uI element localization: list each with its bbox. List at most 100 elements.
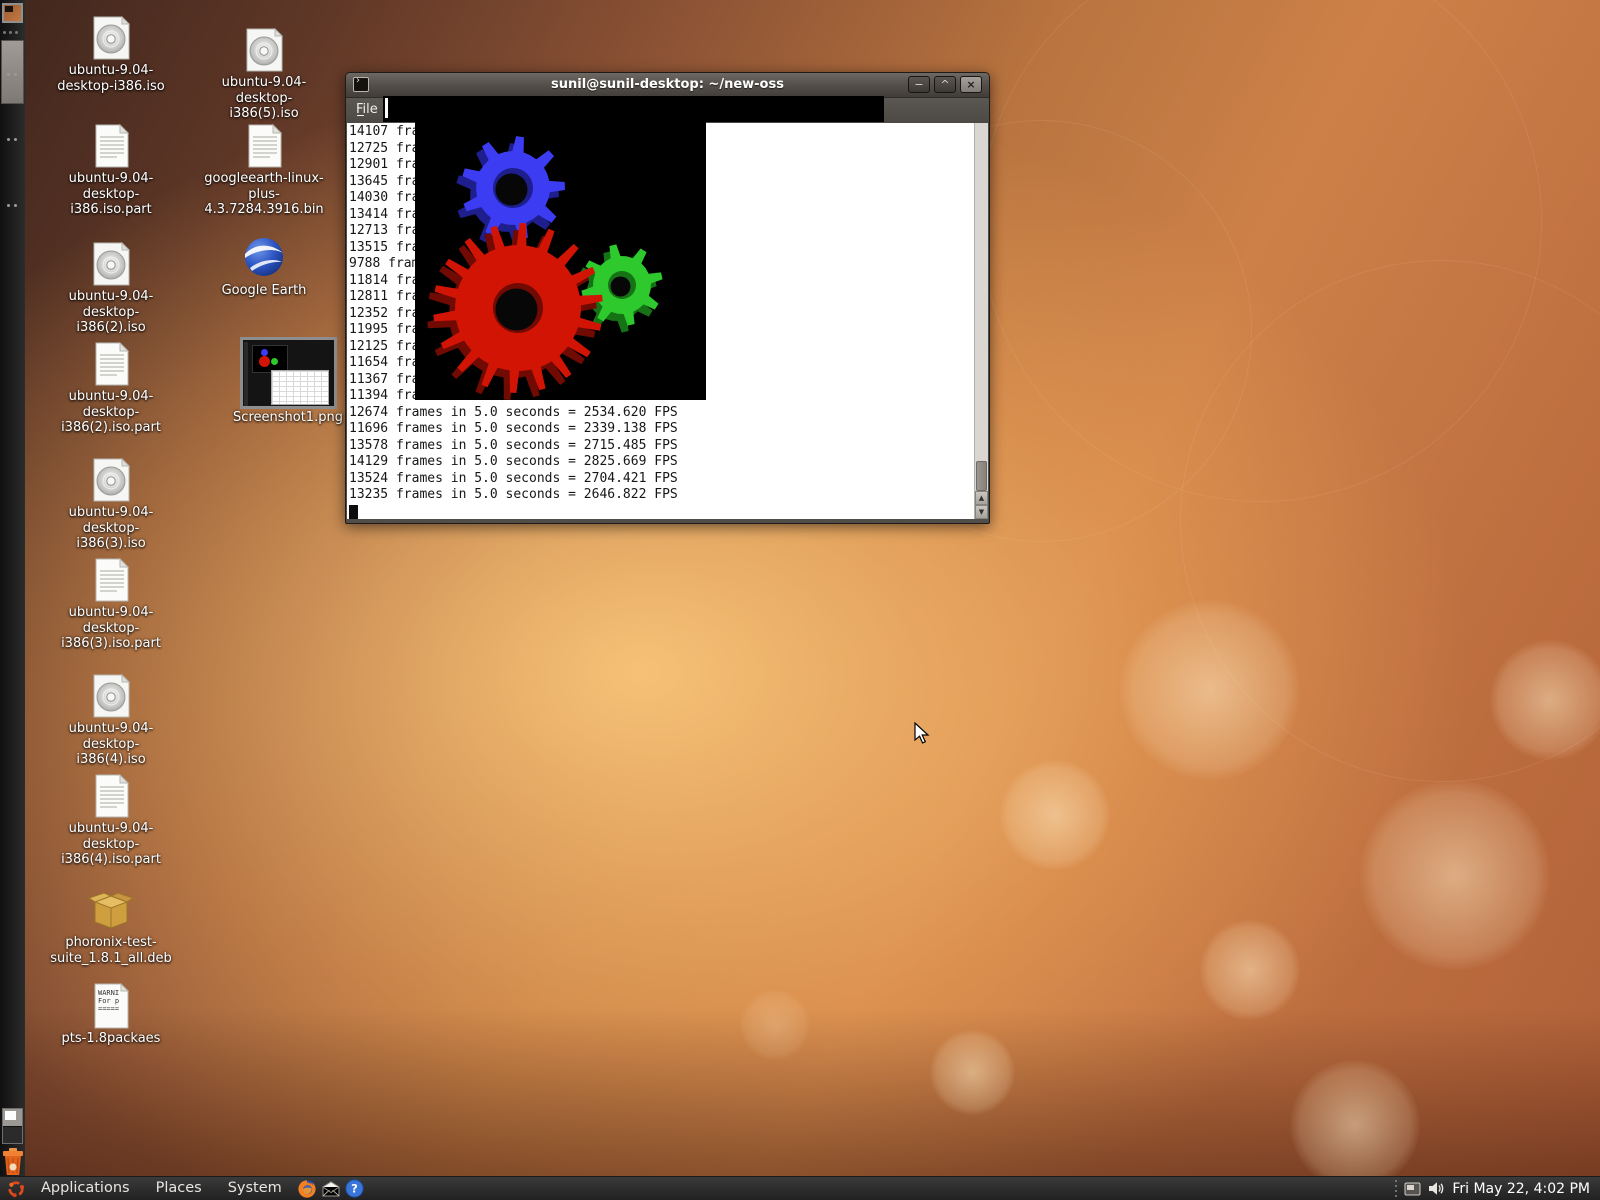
firefox-icon[interactable] <box>297 1179 317 1199</box>
mouse-cursor <box>913 722 933 746</box>
window-selector-icon[interactable] <box>1404 1182 1421 1196</box>
wallpaper-bokeh <box>930 1030 1015 1115</box>
document-icon <box>87 340 135 388</box>
mail-icon[interactable] <box>321 1181 341 1197</box>
glxgears-window <box>415 122 706 400</box>
help-icon[interactable]: ? <box>345 1179 364 1198</box>
desktop-icon[interactable]: ubuntu-9.04-desktop-i386.iso.part <box>49 122 173 218</box>
panel-handle[interactable] <box>7 204 17 207</box>
terminal-output-line: 14129 frames in 5.0 seconds = 2825.669 F… <box>349 454 976 471</box>
desktop-icon[interactable]: WARNI For p ===== pts-1.8packaes <box>49 982 173 1047</box>
window-thumbnail-icon[interactable] <box>2 3 23 23</box>
file-preview-line: WARNI <box>98 989 119 997</box>
file-preview-line: ===== <box>98 1005 119 1013</box>
desktop-icon[interactable]: ubuntu-9.04-desktop-i386(4).iso.part <box>49 772 173 868</box>
desktop-icon-label: ubuntu-9.04-desktop-i386.iso.part <box>49 171 173 218</box>
svg-text:?: ? <box>351 1182 358 1196</box>
menu-system[interactable]: System <box>217 1177 293 1200</box>
desktop-icon-label: ubuntu-9.04-desktop-i386.iso <box>49 63 173 94</box>
desktop-icon-label: ubuntu-9.04-desktop-i386(4).iso.part <box>49 821 173 868</box>
wallpaper-bokeh <box>1120 600 1300 780</box>
scroll-down-button[interactable]: ▼ <box>975 505 988 519</box>
clock[interactable]: Fri May 22, 4:02 PM <box>1452 1181 1590 1197</box>
trash-icon[interactable] <box>2 1147 24 1177</box>
terminal-output-line: 13578 frames in 5.0 seconds = 2715.485 F… <box>349 438 976 455</box>
desktop-icon[interactable]: ubuntu-9.04-desktop-i386(2).iso.part <box>49 340 173 436</box>
ubuntu-logo-icon <box>6 1179 26 1199</box>
cd-icon <box>240 26 288 74</box>
wallpaper-bokeh <box>740 990 810 1060</box>
desktop-icon[interactable]: ubuntu-9.04-desktop-i386(3).iso.part <box>49 556 173 652</box>
volume-icon[interactable] <box>1428 1181 1445 1196</box>
cd-icon <box>87 14 135 62</box>
terminal-output-line: 12674 frames in 5.0 seconds = 2534.620 F… <box>349 405 976 422</box>
document-icon <box>87 556 135 604</box>
desktop-icon[interactable]: Screenshot1.png <box>228 337 348 426</box>
document-icon <box>87 772 135 820</box>
desktop-icon[interactable]: ubuntu-9.04-desktop-i386(3).iso <box>49 456 173 552</box>
desktop-icon[interactable]: googleearth-linux-plus-4.3.7284.3916.bin <box>202 122 326 218</box>
glxgears-artifact-band <box>383 96 884 122</box>
terminal-output-line: 13235 frames in 5.0 seconds = 2646.822 F… <box>349 487 976 504</box>
close-button[interactable]: × <box>960 76 982 93</box>
wallpaper-bokeh <box>1000 760 1110 870</box>
desktop-icon-label: googleearth-linux-plus-4.3.7284.3916.bin <box>202 171 326 218</box>
wallpaper-bokeh <box>1290 1060 1420 1190</box>
desktop-icon[interactable]: ubuntu-9.04-desktop-i386(5).iso <box>202 26 326 122</box>
wallpaper-bokeh <box>1360 780 1550 970</box>
menu-file[interactable]: File <box>353 102 381 117</box>
window-list-button[interactable] <box>1 40 24 104</box>
panel-handle[interactable] <box>7 73 17 76</box>
file-preview-line: For p <box>98 997 119 1005</box>
desktop-icon[interactable]: ubuntu-9.04-desktop-i386(2).iso <box>49 240 173 336</box>
window-title: sunil@sunil-desktop: ~/new-oss <box>346 77 989 92</box>
terminal-scrollbar[interactable]: ▲ ▼ <box>974 123 988 519</box>
green-gear <box>575 244 662 332</box>
panel-handle[interactable] <box>7 138 17 141</box>
menu-applications[interactable]: Applications <box>30 1177 141 1200</box>
desktop-icon-label: phoronix-test-suite_1.8.1_all.deb <box>49 935 173 966</box>
terminal-cursor <box>349 505 358 519</box>
terminal-output-line: 11696 frames in 5.0 seconds = 2339.138 F… <box>349 421 976 438</box>
left-panel <box>0 0 25 1176</box>
cd-icon <box>87 240 135 288</box>
terminal-titlebar[interactable]: sunil@sunil-desktop: ~/new-oss − ^ × <box>346 73 989 98</box>
wallpaper-bokeh <box>1200 920 1300 1020</box>
desktop-icon[interactable]: ubuntu-9.04-desktop-i386(4).iso <box>49 672 173 768</box>
terminal-output-line: 13524 frames in 5.0 seconds = 2704.421 F… <box>349 471 976 488</box>
text-file-icon: WARNI For p ===== <box>91 982 131 1030</box>
glxgears-render <box>415 122 706 400</box>
desktop-icon-label: ubuntu-9.04-desktop-i386(3).iso.part <box>49 605 173 652</box>
desktop-icon-label: Screenshot1.png <box>233 410 343 426</box>
deb-package-icon <box>87 886 135 934</box>
bottom-panel: Applications Places System ? <box>0 1176 1600 1200</box>
desktop-icon-label: ubuntu-9.04-desktop-i386(3).iso <box>49 505 173 552</box>
desktop-icon[interactable]: ubuntu-9.04-desktop-i386.iso <box>49 14 173 94</box>
desktop-screen: ubuntu-9.04-desktop-i386.iso ubuntu-9.04… <box>0 0 1600 1200</box>
desktop-icon-label: ubuntu-9.04-desktop-i386(5).iso <box>202 75 326 122</box>
google-earth-globe-icon <box>240 234 288 282</box>
desktop-icon-label: ubuntu-9.04-desktop-i386(2).iso <box>49 289 173 336</box>
cd-icon <box>87 672 135 720</box>
workspace-switcher[interactable] <box>2 1108 23 1144</box>
panel-handle[interactable] <box>3 31 18 34</box>
minimize-button[interactable]: − <box>908 76 930 93</box>
desktop-icon[interactable]: phoronix-test-suite_1.8.1_all.deb <box>49 886 173 966</box>
desktop-icon-label: ubuntu-9.04-desktop-i386(2).iso.part <box>49 389 173 436</box>
desktop-icon-label: ubuntu-9.04-desktop-i386(4).iso <box>49 721 173 768</box>
wallpaper-bokeh <box>1490 640 1600 760</box>
menu-places[interactable]: Places <box>145 1177 213 1200</box>
document-icon <box>240 122 288 170</box>
cd-icon <box>87 456 135 504</box>
desktop-icon[interactable]: Google Earth <box>202 234 326 299</box>
maximize-button[interactable]: ^ <box>934 76 956 93</box>
scrollbar-thumb[interactable] <box>976 461 987 491</box>
scroll-up-button[interactable]: ▲ <box>975 491 988 505</box>
panel-handle[interactable] <box>1395 1180 1397 1197</box>
red-gear <box>427 223 602 400</box>
workspace-1[interactable] <box>3 1109 22 1127</box>
desktop-icon-label: pts-1.8packaes <box>62 1031 161 1047</box>
screenshot-thumbnail-icon <box>240 337 337 409</box>
document-icon <box>87 122 135 170</box>
desktop-icon-label: Google Earth <box>222 283 307 299</box>
